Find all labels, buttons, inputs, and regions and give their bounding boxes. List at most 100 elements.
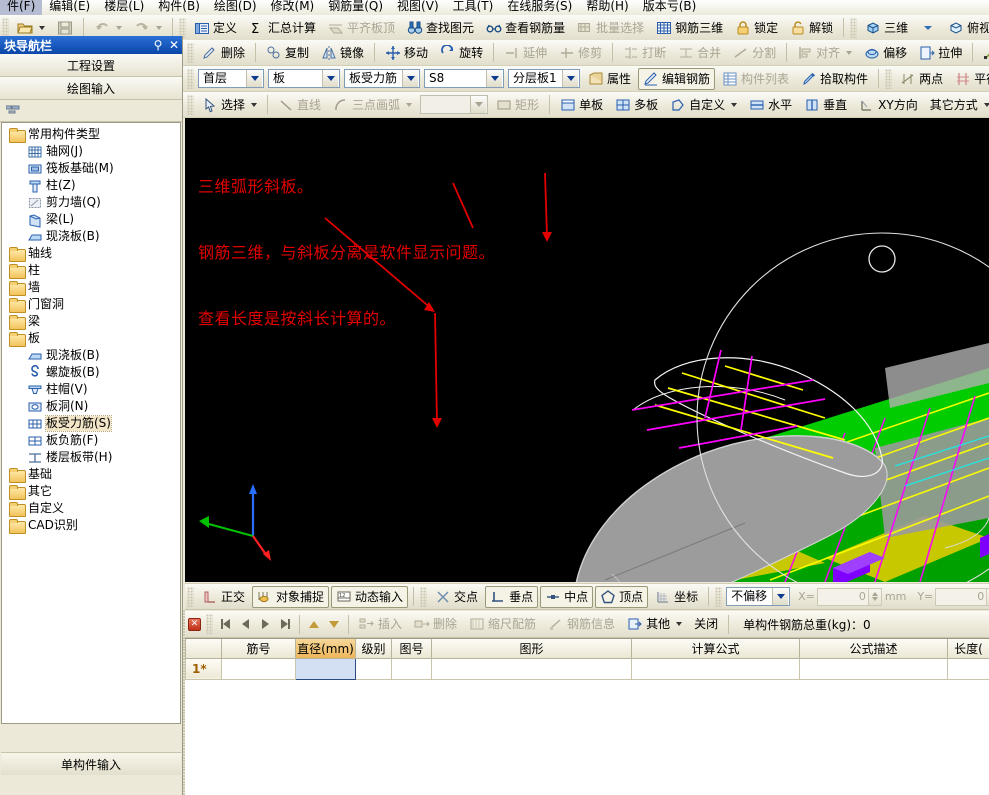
select-tool-button[interactable]: 选择	[197, 94, 262, 116]
x-spinner[interactable]	[868, 587, 882, 606]
component-tree[interactable]: 常用构件类型 轴网(J) 筏板基础(M) 柱(Z) 剪力墙(Q) 梁(L) 现浇…	[1, 122, 181, 724]
menu-item-file[interactable]: 件(F)	[0, 0, 43, 15]
scale-rebar-button[interactable]: 缩尺配筋	[464, 613, 541, 635]
move-up-button[interactable]	[304, 614, 324, 634]
align-slab-top-button[interactable]: 平齐板顶	[323, 17, 400, 39]
toolbar-grip[interactable]	[2, 17, 9, 38]
other-actions-button[interactable]: 其他	[622, 613, 687, 635]
menu-item-online-service[interactable]: 在线服务(S)	[500, 0, 579, 15]
insert-row-button[interactable]: 插入	[354, 613, 407, 635]
component-type-arrow-icon[interactable]	[322, 70, 338, 87]
set-grip-button[interactable]: 设置夹点	[978, 42, 989, 64]
prev-record-button[interactable]	[235, 614, 255, 634]
next-record-button[interactable]	[255, 614, 275, 634]
menu-item-floor[interactable]: 楼层(L)	[97, 0, 151, 15]
cell-rebar-no[interactable]	[221, 657, 296, 680]
toolbar-grip[interactable]	[885, 68, 893, 89]
layer-select[interactable]: 分层板1	[508, 69, 580, 88]
tree-folder-common-types[interactable]: 常用构件类型	[5, 126, 180, 143]
object-snap-button[interactable]: 对象捕捉	[252, 585, 330, 608]
component-kind-arrow-icon[interactable]	[402, 70, 418, 87]
line-button[interactable]: 直线	[273, 94, 326, 116]
tree-item-column[interactable]: 柱(Z)	[5, 177, 180, 194]
tree-item-spiral-slab[interactable]: 螺旋板(B)	[5, 364, 180, 381]
rotate-button[interactable]: 旋转	[435, 42, 488, 64]
multi-slab-button[interactable]: 多板	[610, 94, 663, 116]
cell-formula[interactable]	[631, 657, 800, 680]
properties-button[interactable]: 属性	[583, 68, 636, 90]
move-button[interactable]: 移动	[380, 42, 433, 64]
dynamic-input-button[interactable]: 12 动态输入	[331, 585, 409, 608]
other-actions-caret-icon[interactable]	[676, 622, 683, 626]
view-angle-button[interactable]: 俯视	[943, 17, 989, 39]
unlock-button[interactable]: 解锁	[785, 17, 838, 39]
coordinate-snap-button[interactable]: 坐标	[650, 586, 703, 608]
rebar-spec-arrow-icon[interactable]	[486, 70, 502, 87]
vertical-splitter[interactable]	[183, 610, 185, 795]
menu-item-component[interactable]: 构件(B)	[151, 0, 207, 15]
copy-button[interactable]: 复制	[261, 42, 314, 64]
column-header-drawing-no[interactable]: 图号	[391, 639, 432, 659]
move-down-button[interactable]	[324, 614, 344, 634]
align-button[interactable]: 对齐	[792, 42, 857, 64]
vertex-snap-button[interactable]: 顶点	[595, 585, 649, 608]
horizontal-button[interactable]: 水平	[744, 94, 797, 116]
column-header-formula[interactable]: 计算公式	[631, 639, 800, 659]
y-coordinate-input[interactable]: 0	[935, 587, 988, 606]
three-point-arc-caret-icon[interactable]	[406, 102, 413, 107]
menu-item-rebar-quantity[interactable]: 钢筋量(Q)	[321, 0, 390, 15]
rebar-spec-select[interactable]: S8	[424, 69, 504, 88]
model-viewport-3d[interactable]: 三维弧形斜板。 钢筋三维，与斜板分离是软件显示问题。 查看长度是按斜长计算的。	[185, 118, 989, 582]
toolbar-grip[interactable]	[850, 17, 858, 38]
tree-item-slab-negative-rebar[interactable]: 板负筋(F)	[5, 432, 180, 449]
menu-item-edit[interactable]: 编辑(E)	[42, 0, 97, 15]
cell-length[interactable]	[947, 657, 989, 680]
menu-item-tools[interactable]: 工具(T)	[446, 0, 501, 15]
table-row[interactable]: 1*	[185, 657, 989, 680]
toolbar-grip[interactable]	[187, 68, 194, 89]
tree-item-floor-slab-band[interactable]: 楼层板带(H)	[5, 449, 180, 466]
delete-row-button[interactable]: 删除	[409, 613, 462, 635]
component-list-button[interactable]: 构件列表	[717, 68, 794, 90]
column-header-diameter[interactable]: 直径(mm)	[295, 639, 356, 659]
tree-folder-column[interactable]: 柱	[5, 262, 180, 279]
view-mode-button[interactable]: 三维	[860, 17, 913, 39]
cell-shape[interactable]	[431, 657, 632, 680]
tree-item-raft-foundation[interactable]: 筏板基础(M)	[5, 160, 180, 177]
column-header-formula-desc[interactable]: 公式描述	[799, 639, 948, 659]
other-method-caret-icon[interactable]	[983, 102, 989, 107]
tree-folder-axis-line[interactable]: 轴线	[5, 245, 180, 262]
single-slab-button[interactable]: 单板	[555, 94, 608, 116]
column-header-shape[interactable]: 图形	[431, 639, 632, 659]
snapbar-grip[interactable]	[420, 586, 428, 607]
menu-item-modify[interactable]: 修改(M)	[264, 0, 322, 15]
cell-diameter[interactable]	[295, 657, 356, 680]
last-record-button[interactable]	[275, 614, 295, 634]
drawing-input-button[interactable]: 绘图输入	[0, 77, 182, 100]
tree-folder-foundation[interactable]: 基础	[5, 466, 180, 483]
tree-item-axis-grid[interactable]: 轴网(J)	[5, 143, 180, 160]
row-index-cell[interactable]: 1*	[185, 657, 222, 680]
define-button[interactable]: 定义	[189, 17, 242, 39]
align-caret-icon[interactable]	[846, 50, 853, 55]
parallel-button[interactable]: 平行	[950, 68, 989, 90]
extend-button[interactable]: 延伸	[499, 42, 552, 64]
stretch-button[interactable]: 拉伸	[914, 42, 967, 64]
tree-item-beam[interactable]: 梁(L)	[5, 211, 180, 228]
cell-drawing-no[interactable]	[391, 657, 432, 680]
tree-folder-others[interactable]: 其它	[5, 483, 180, 500]
x-coordinate-input[interactable]: 0	[816, 587, 869, 606]
custom-caret-icon[interactable]	[731, 102, 738, 107]
lock-button[interactable]: 锁定	[730, 17, 783, 39]
column-header-length[interactable]: 长度(	[947, 639, 989, 659]
toolbar-grip[interactable]	[187, 94, 194, 115]
toolbar-grip[interactable]	[179, 17, 186, 38]
arc-option-select[interactable]	[420, 95, 489, 114]
rebar-info-button[interactable]: 钢筋信息	[543, 613, 620, 635]
component-kind-select[interactable]: 板受力筋	[344, 69, 420, 88]
open-caret-icon[interactable]	[39, 25, 45, 30]
project-settings-button[interactable]: 工程设置	[0, 54, 182, 77]
column-header-grade[interactable]: 级别	[355, 639, 392, 659]
summary-calc-button[interactable]: Σ 汇总计算	[244, 17, 321, 39]
view-rebar-qty-button[interactable]: 查看钢筋量	[481, 17, 570, 39]
